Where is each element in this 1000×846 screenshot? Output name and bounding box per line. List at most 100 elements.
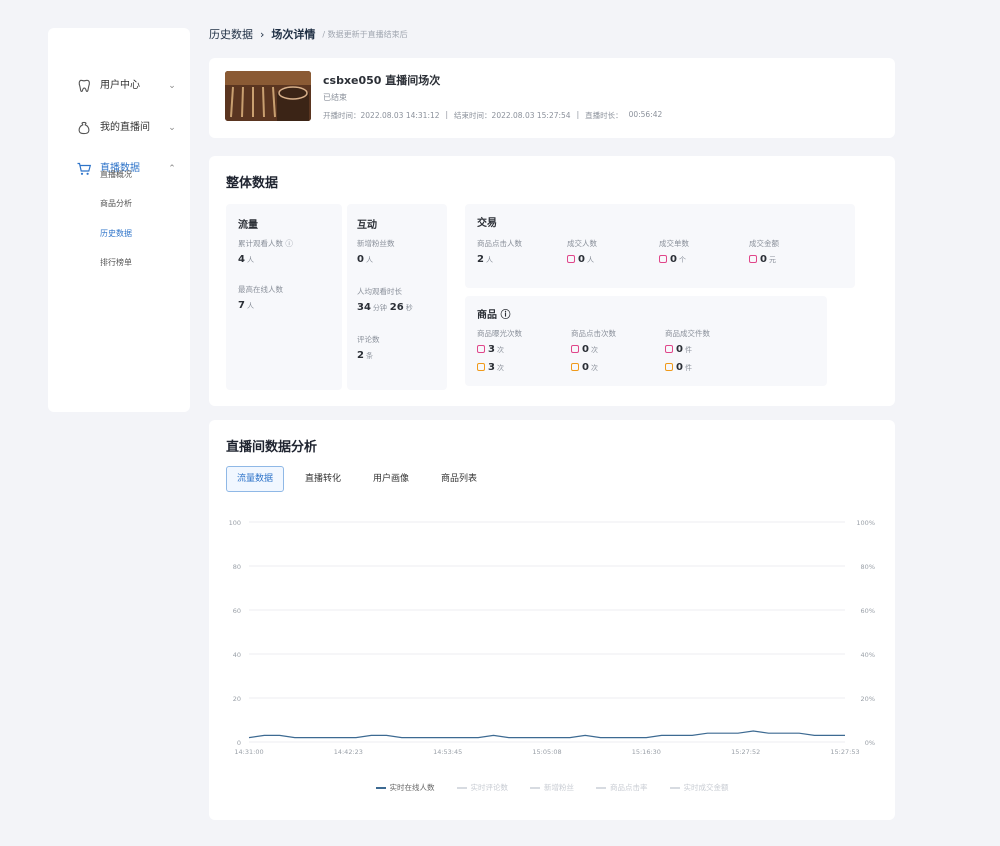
x-tick-label: 15:27:52 bbox=[731, 748, 760, 756]
tab-traffic[interactable]: 流量数据 bbox=[226, 466, 285, 492]
nav-group-label: 我的直播间 bbox=[100, 122, 150, 133]
x-tick-label: 14:53:45 bbox=[433, 748, 462, 756]
session-status: 已结束 bbox=[323, 93, 347, 102]
nav-group-user-center[interactable]: 用户中心 ⌄ bbox=[48, 70, 190, 102]
metric-value: 0次 bbox=[571, 344, 598, 355]
legend-label: 实时评论数 bbox=[470, 783, 509, 792]
y-tick-label: 80 bbox=[233, 563, 241, 571]
metric-value: 2条 bbox=[357, 350, 373, 361]
y-tick-label: 100 bbox=[229, 519, 241, 527]
y-tick-label: 40 bbox=[233, 651, 241, 659]
goods-title: 商品 ⓘ bbox=[477, 310, 511, 321]
tab-goods-list[interactable]: 商品列表 bbox=[430, 466, 488, 492]
sub-item-live-overview[interactable]: 直播概况 bbox=[100, 168, 132, 182]
y-right-tick-label: 20% bbox=[861, 695, 875, 703]
interact-title: 互动 bbox=[357, 220, 377, 231]
nav-group-label: 用户中心 bbox=[100, 80, 140, 91]
tab-user-profile[interactable]: 用户画像 bbox=[362, 466, 420, 492]
metric-value: 0人 bbox=[567, 254, 594, 265]
legend-label: 新增粉丝 bbox=[544, 783, 574, 792]
metric-label: 评论数 bbox=[357, 335, 380, 344]
overview-card: 整体数据 流量 累计观看人数 ⓘ 4人 最高在线人数 7人 互动 新增粉丝数 0… bbox=[209, 156, 895, 406]
chart-legend: 实时在线人数 实时评论数 新增粉丝 商品点击率 实时成交金额 bbox=[209, 782, 895, 793]
pink-square-icon bbox=[659, 255, 667, 263]
x-tick-label: 15:05:08 bbox=[532, 748, 561, 756]
metric-label: 人均观看时长 bbox=[357, 287, 402, 296]
chevron-down-icon: ⌄ bbox=[168, 81, 176, 91]
legend-item[interactable]: 实时成交金额 bbox=[669, 782, 729, 793]
metric-label: 累计观看人数 ⓘ bbox=[238, 239, 293, 248]
sub-item-goods-analysis[interactable]: 商品分析 bbox=[100, 197, 132, 211]
duration-value: 00:56:42 bbox=[628, 110, 663, 119]
legend-item[interactable]: 实时评论数 bbox=[456, 782, 509, 793]
pink-square-icon bbox=[665, 345, 673, 353]
legend-item[interactable]: 商品点击率 bbox=[596, 782, 648, 793]
session-thumbnail[interactable] bbox=[225, 71, 311, 121]
legend-label: 商品点击率 bbox=[610, 783, 648, 792]
trade-title: 交易 bbox=[477, 218, 497, 229]
flow-title: 流量 bbox=[238, 220, 258, 231]
metric-label: 成交人数 bbox=[567, 239, 597, 248]
legend-line-icon bbox=[456, 786, 467, 789]
orange-square-icon bbox=[665, 363, 673, 371]
metric-label: 商品点击次数 bbox=[571, 329, 616, 338]
session-meta: 开播时间：2022.08.03 14:31:12 | 结束时间：2022.08.… bbox=[323, 110, 662, 121]
sub-item-ranking[interactable]: 排行榜单 bbox=[100, 256, 132, 270]
metric-label: 成交金额 bbox=[749, 239, 779, 248]
metric-value: 0个 bbox=[659, 254, 686, 265]
sub-item-history[interactable]: 历史数据 bbox=[100, 227, 132, 241]
pink-square-icon bbox=[477, 345, 485, 353]
pink-square-icon bbox=[571, 345, 579, 353]
metric-label: 商品曝光次数 bbox=[477, 329, 522, 338]
analysis-title: 直播间数据分析 bbox=[226, 440, 318, 455]
duration-label: 直播时长： bbox=[585, 111, 623, 120]
breadcrumb-separator: › bbox=[260, 27, 265, 41]
meta-separator: | bbox=[445, 110, 449, 119]
y-right-tick-label: 0% bbox=[865, 739, 875, 747]
bag-icon bbox=[78, 121, 90, 135]
x-tick-label: 15:27:53 bbox=[830, 748, 859, 756]
metric-label: 新增粉丝数 bbox=[357, 239, 395, 248]
breadcrumb-current: 场次详情 bbox=[271, 28, 316, 41]
chevron-up-icon: ⌃ bbox=[168, 164, 176, 174]
metric-value: 4人 bbox=[238, 254, 254, 265]
y-tick-label: 60 bbox=[233, 607, 241, 615]
sidebar: 用户中心 ⌄ 我的直播间 ⌄ 直播数据 ⌃ 直播概况 商品分析 历史数据 排行榜… bbox=[48, 28, 190, 412]
metric-value: 0件 bbox=[665, 344, 692, 355]
chevron-down-icon: ⌄ bbox=[168, 123, 176, 133]
legend-line-icon bbox=[669, 786, 680, 789]
series-line bbox=[248, 730, 845, 739]
meta-separator: | bbox=[576, 110, 580, 119]
trade-panel: 交易 商品点击人数 2人 成交人数 0人 成交单数 0个 成交金额 0元 bbox=[465, 204, 855, 288]
metric-value: 0次 bbox=[571, 362, 598, 373]
y-tick-label: 0 bbox=[237, 739, 241, 747]
legend-item[interactable]: 新增粉丝 bbox=[530, 782, 574, 793]
metric-value: 3次 bbox=[477, 344, 504, 355]
breadcrumb-note: / 数据更新于直播结束后 bbox=[322, 29, 408, 39]
metric-value: 0件 bbox=[665, 362, 692, 373]
tab-conversion[interactable]: 直播转化 bbox=[294, 466, 352, 492]
legend-item[interactable]: 实时在线人数 bbox=[375, 782, 435, 793]
metric-value: 0元 bbox=[749, 254, 776, 265]
legend-line-icon bbox=[530, 786, 540, 789]
orange-square-icon bbox=[571, 363, 579, 371]
y-tick-label: 20 bbox=[233, 695, 241, 703]
breadcrumb: 历史数据 › 场次详情 / 数据更新于直播结束后 bbox=[209, 24, 408, 44]
session-card: csbxe050 直播间场次 已结束 开播时间：2022.08.03 14:31… bbox=[209, 58, 895, 138]
legend-label: 实时成交金额 bbox=[683, 783, 729, 792]
legend-line-icon bbox=[596, 786, 606, 789]
metric-value: 2人 bbox=[477, 254, 493, 265]
y-right-tick-label: 40% bbox=[861, 651, 875, 659]
legend-line-icon bbox=[375, 786, 386, 789]
metric-value: 3次 bbox=[477, 362, 504, 373]
metric-label: 商品点击人数 bbox=[477, 239, 522, 248]
analysis-card: 直播间数据分析 流量数据 直播转化 用户画像 商品列表 0 0% 20 20% 40 40… bbox=[209, 420, 895, 820]
start-time: 开播时间：2022.08.03 14:31:12 bbox=[323, 111, 440, 120]
goods-panel: 商品 ⓘ 商品曝光次数 商品点击次数 商品成交件数 3次 0次 0件 3次 0次… bbox=[465, 296, 827, 386]
pink-square-icon bbox=[749, 255, 757, 263]
nav-group-live-room[interactable]: 我的直播间 ⌄ bbox=[48, 112, 190, 144]
breadcrumb-history[interactable]: 历史数据 bbox=[209, 26, 253, 42]
session-title: csbxe050 直播间场次 bbox=[323, 74, 441, 87]
y-right-tick-label: 100% bbox=[856, 519, 875, 527]
end-time: 结束时间：2022.08.03 15:27:54 bbox=[454, 111, 571, 120]
